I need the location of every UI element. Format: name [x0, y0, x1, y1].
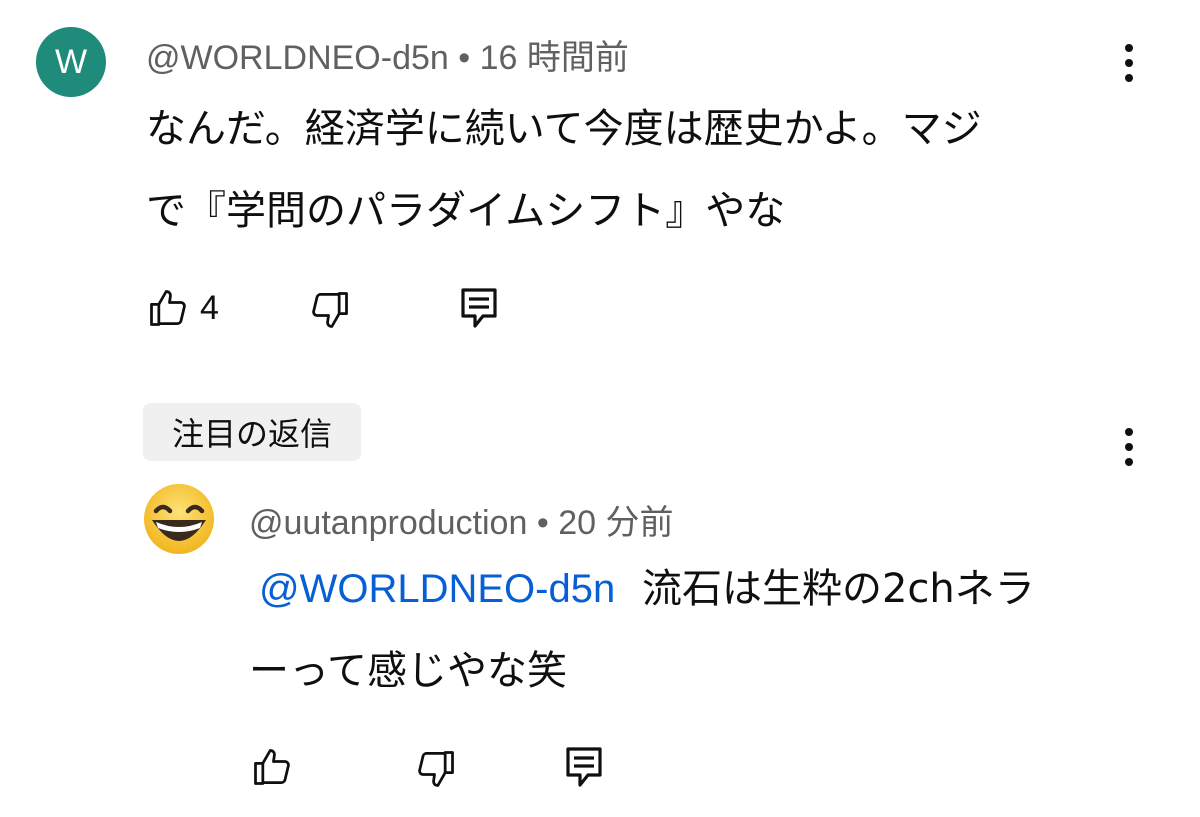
reply-time[interactable]: 20 分前: [558, 504, 673, 542]
meta-separator: •: [536, 504, 549, 542]
more-vert-icon[interactable]: [1114, 38, 1144, 88]
avatar-letter: W: [54, 42, 88, 81]
comment-time[interactable]: 16 時間前: [480, 39, 629, 77]
thumbs-up-icon[interactable]: [146, 286, 190, 330]
reply-author[interactable]: @uutanproduction: [249, 504, 527, 542]
reply-text-line-1: @WORLDNEO-d5n 流石は生粋の2chネラ: [249, 548, 1139, 630]
comment-text: なんだ。経済学に続いて今度は歴史かよ。マジ で『学問のパラダイムシフト』やな: [146, 88, 1136, 252]
featured-reply-badge: 注目の返信: [143, 403, 361, 461]
mention-link[interactable]: @WORLDNEO-d5n: [259, 567, 615, 611]
comment-text-line-2: で『学問のパラダイムシフト』やな: [146, 188, 786, 234]
avatar[interactable]: W: [36, 27, 106, 97]
comment-author[interactable]: @WORLDNEO-d5n: [146, 39, 449, 77]
thumbs-up-icon[interactable]: [250, 745, 294, 789]
reply-text-line-1-rest: 流石は生粋の2chネラ: [641, 566, 1035, 612]
reply-meta: @uutanproduction • 20 分前: [249, 495, 673, 544]
comment-text-line-1: なんだ。経済学に続いて今度は歴史かよ。マジ: [146, 106, 982, 152]
like-count: 4: [200, 289, 219, 327]
more-vert-icon[interactable]: [1114, 422, 1144, 472]
reply-icon[interactable]: [459, 286, 499, 330]
reply-text: @WORLDNEO-d5n 流石は生粋の2chネラ ーって感じやな笑: [249, 548, 1139, 712]
comment-meta: @WORLDNEO-d5n • 16 時間前: [146, 30, 629, 79]
thumbs-down-icon[interactable]: [308, 288, 352, 332]
reply-icon[interactable]: [564, 745, 604, 789]
meta-separator: •: [458, 39, 471, 77]
thumbs-down-icon[interactable]: [414, 747, 458, 791]
smiling-face-avatar-icon[interactable]: [142, 482, 216, 556]
reply-text-line-2: ーって感じやな笑: [249, 648, 567, 694]
